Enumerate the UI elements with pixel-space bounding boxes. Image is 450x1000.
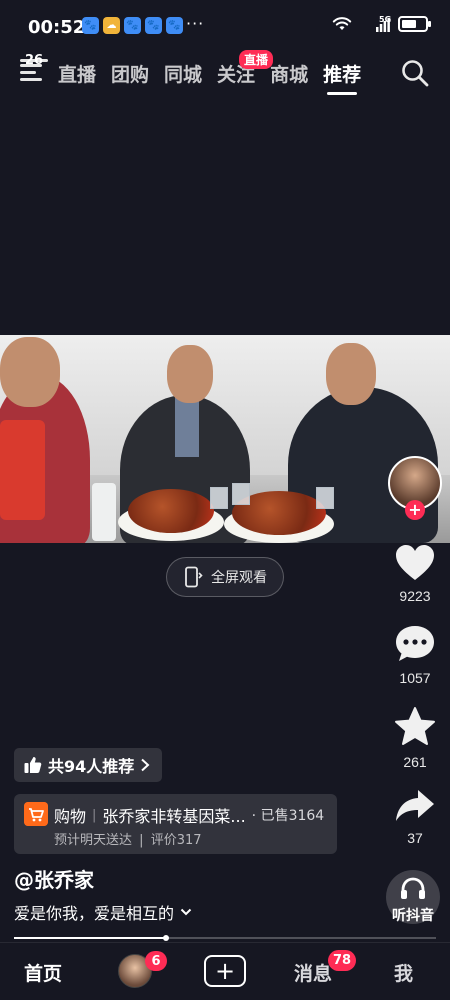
caption-text: 爱是你我，爱是相互的 — [14, 904, 175, 923]
baidu-notification-icon: 🐾 — [166, 17, 183, 34]
fullscreen-button[interactable]: 全屏观看 — [166, 557, 284, 597]
weather-notification-icon: ☁ — [103, 17, 120, 34]
clock: 00:52 — [28, 17, 86, 38]
video-player[interactable] — [0, 335, 450, 543]
live-badge: 直播 — [239, 50, 274, 69]
recommend-label: 共94人推荐 — [48, 757, 135, 776]
chevron-right-icon — [141, 758, 150, 772]
battery-icon — [398, 16, 431, 32]
menu-badge: 26 — [20, 53, 49, 68]
video-progress-bar[interactable] — [14, 935, 436, 941]
delivery-estimate: 预计明天送达 — [54, 833, 133, 848]
author-name[interactable]: @张乔家 — [14, 864, 94, 893]
shop-type: 购物 — [54, 807, 87, 826]
status-bar: 00:52 🐾 ☁ 🐾 🐾 🐾 ··· 5G — [0, 0, 450, 52]
listen-label: 听抖音 — [392, 908, 434, 924]
like-count: 9223 — [399, 588, 431, 604]
wifi-icon — [332, 17, 352, 30]
shop-title-line: 购物 | 张乔家非转基因菜... · 已售3164 — [54, 803, 324, 827]
comment-count: 1057 — [399, 670, 431, 686]
bottom-navigation: 首页 6 + 消息 78 我 — [0, 942, 450, 1000]
create-button[interactable]: + — [204, 955, 246, 987]
tab-recommended[interactable]: 推荐 — [323, 60, 361, 95]
nav-me[interactable]: 我 — [394, 959, 413, 986]
baidu-notification-icon: 🐾 — [82, 17, 99, 34]
fullscreen-label: 全屏观看 — [211, 570, 267, 586]
cup — [316, 487, 334, 509]
scarf — [175, 397, 199, 457]
video-person-right-head — [326, 343, 376, 405]
progress-fill — [14, 937, 166, 939]
system-icons: 5G — [332, 15, 431, 32]
nav-messages[interactable]: 消息 — [294, 959, 332, 986]
recommend-pill[interactable]: 共94人推荐 — [14, 748, 163, 782]
cellular-signal: 5G — [360, 15, 391, 32]
signal-icon — [376, 18, 390, 32]
share-icon — [396, 790, 434, 821]
review-count: 评价317 — [150, 833, 202, 848]
apron — [0, 420, 45, 520]
tab-nearby[interactable]: 同城 — [164, 60, 202, 87]
menu-button[interactable]: 26 — [20, 53, 49, 82]
share-button[interactable]: 37 — [390, 788, 440, 846]
messages-badge: 78 — [328, 950, 356, 971]
feed-tabs: 直播 团购 同城 关注 直播 商城 推荐 — [58, 50, 376, 95]
cup — [232, 483, 250, 505]
search-icon[interactable] — [400, 58, 430, 88]
tab-following[interactable]: 关注 直播 — [217, 50, 274, 87]
cup — [210, 487, 228, 509]
plus-icon: + — [214, 957, 236, 985]
top-navigation: 26 直播 团购 同城 关注 直播 商城 推荐 — [0, 50, 450, 96]
shopping-card[interactable]: 购物 | 张乔家非转基因菜... · 已售3164 预计明天送达 | 评价317 — [14, 794, 337, 854]
favorite-button[interactable]: 261 — [390, 706, 440, 770]
share-count: 37 — [407, 830, 423, 846]
baidu-notification-icon: 🐾 — [145, 17, 162, 34]
video-person-middle-head — [167, 345, 213, 403]
more-notifications-icon: ··· — [186, 14, 205, 33]
divider: | — [139, 833, 144, 848]
star-icon — [395, 707, 435, 745]
progress-handle[interactable] — [162, 935, 169, 941]
baidu-notification-icon: 🐾 — [124, 17, 141, 34]
rotate-screen-icon — [185, 566, 203, 588]
shopping-cart-icon — [24, 802, 48, 826]
tab-mall[interactable]: 商城 — [270, 60, 308, 87]
shop-info-line: 预计明天送达 | 评价317 — [54, 829, 202, 848]
bottle — [92, 483, 116, 541]
battery-level — [402, 20, 417, 28]
comment-icon — [396, 626, 434, 661]
product-title: 张乔家非转基因菜... — [102, 807, 246, 826]
sold-count: · 已售3164 — [251, 808, 325, 824]
nav-home[interactable]: 首页 — [24, 959, 62, 986]
chevron-down-icon[interactable] — [180, 907, 192, 917]
divider: | — [92, 807, 97, 823]
video-person-left-head — [0, 337, 60, 407]
caption[interactable]: 爱是你我，爱是相互的 — [14, 900, 192, 924]
favorite-count: 261 — [403, 754, 427, 770]
thumbs-up-icon — [24, 757, 42, 773]
notification-icons: 🐾 ☁ 🐾 🐾 🐾 — [82, 17, 183, 34]
tab-group-buy[interactable]: 团购 — [111, 60, 149, 87]
follow-plus-icon[interactable]: + — [405, 500, 425, 520]
like-button[interactable]: 9223 — [390, 544, 440, 604]
dish-food-left — [128, 489, 214, 533]
comment-button[interactable]: 1057 — [390, 624, 440, 686]
friends-badge: 6 — [145, 951, 167, 971]
tab-live[interactable]: 直播 — [58, 60, 96, 87]
headphones-icon — [401, 877, 425, 899]
heart-icon — [396, 545, 434, 580]
